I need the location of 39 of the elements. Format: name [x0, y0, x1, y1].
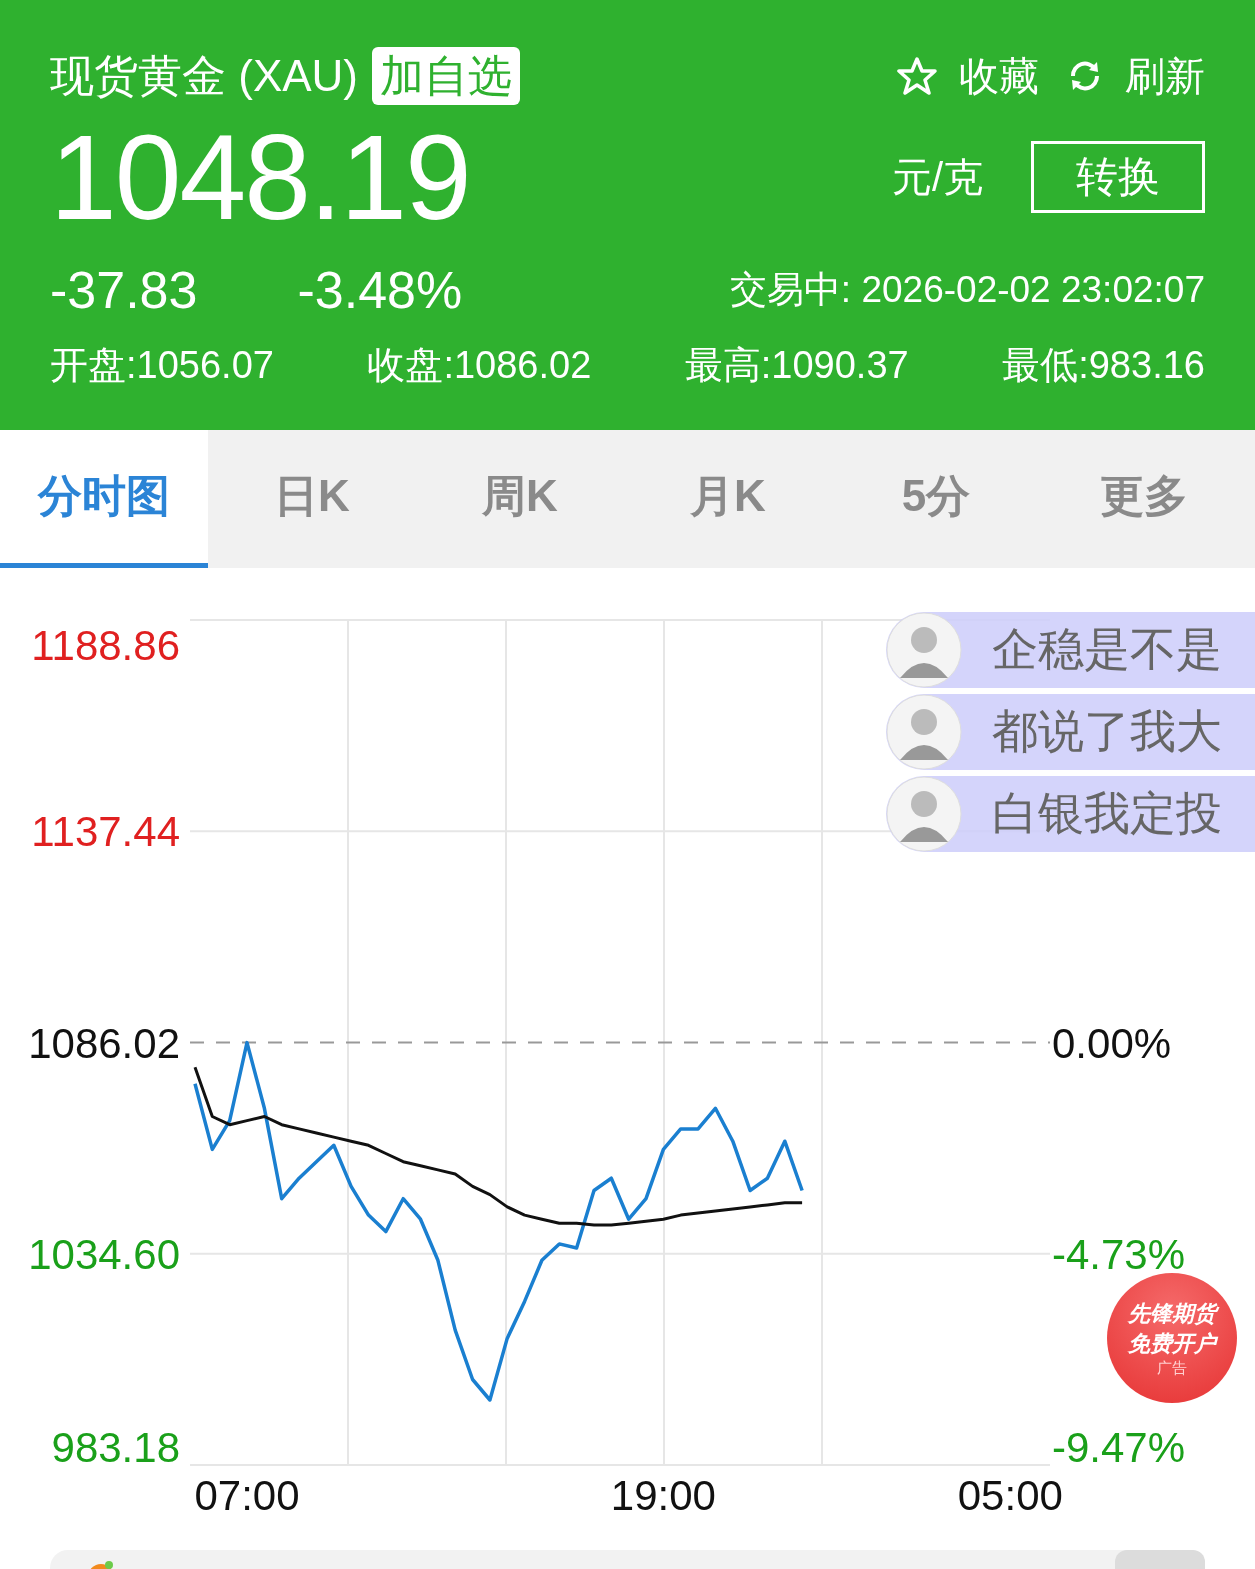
chart-tab[interactable]: 周K [416, 430, 624, 568]
price-value: 1048.19 [50, 112, 470, 242]
unit-label: 元/克 [891, 153, 983, 201]
percent-label: 0.00% [1052, 1019, 1172, 1067]
trading-status: 交易中: 2026-02-02 23:02:07 [729, 267, 1205, 312]
change-percent: -3.48% [297, 259, 463, 320]
stat-value: 最高:1090.37 [684, 342, 909, 388]
axis-label: 983.18 [51, 1424, 180, 1471]
comment-text: 白银我定投 [992, 786, 1222, 841]
change-value: -37.83 [50, 259, 198, 320]
axis-label: 1137.44 [31, 808, 180, 856]
star-icon [897, 56, 937, 96]
avatar-icon [886, 694, 962, 770]
chart-tab[interactable]: 日K [208, 430, 416, 568]
stat-value: 开盘:1056.07 [50, 342, 274, 388]
axis-label: 05:00 [957, 1472, 1063, 1519]
quote-title: 现货黄金 (XAU) [50, 49, 358, 102]
stat-value: 最低:983.16 [1002, 342, 1205, 388]
refresh-button[interactable]: 刷新 [1067, 48, 1205, 104]
watchlist-button[interactable]: 加自选 [372, 47, 520, 105]
axis-label: 19:00 [610, 1472, 716, 1519]
avatar-icon [886, 612, 962, 688]
ad-label: 广告 [1157, 1358, 1187, 1378]
ad-text: 免费开户 [1128, 1329, 1216, 1358]
chart-tab[interactable]: 5分 [832, 430, 1040, 568]
ad-badge[interactable]: 先锋期货 免费开户 广告 [1107, 1273, 1237, 1403]
axis-label: 1188.86 [31, 622, 180, 669]
star-button[interactable]: 收藏 [897, 48, 1039, 104]
chart-tab[interactable]: 分时图 [0, 430, 208, 568]
comment-text: 都说了我大 [992, 704, 1222, 759]
percent-label: -9.47% [1052, 1424, 1186, 1471]
axis-label: 1034.60 [28, 1230, 180, 1278]
convert-button[interactable]: 转换 [1031, 141, 1205, 213]
comment-text: 企稳是不是 [992, 622, 1222, 677]
stat-value: 收盘:1086.02 [367, 342, 592, 388]
axis-label: 1086.02 [28, 1019, 180, 1067]
chart-tab[interactable]: 月K [624, 430, 832, 568]
axis-label: 07:00 [194, 1472, 300, 1519]
chart-tab[interactable]: 更多 [1040, 430, 1248, 568]
